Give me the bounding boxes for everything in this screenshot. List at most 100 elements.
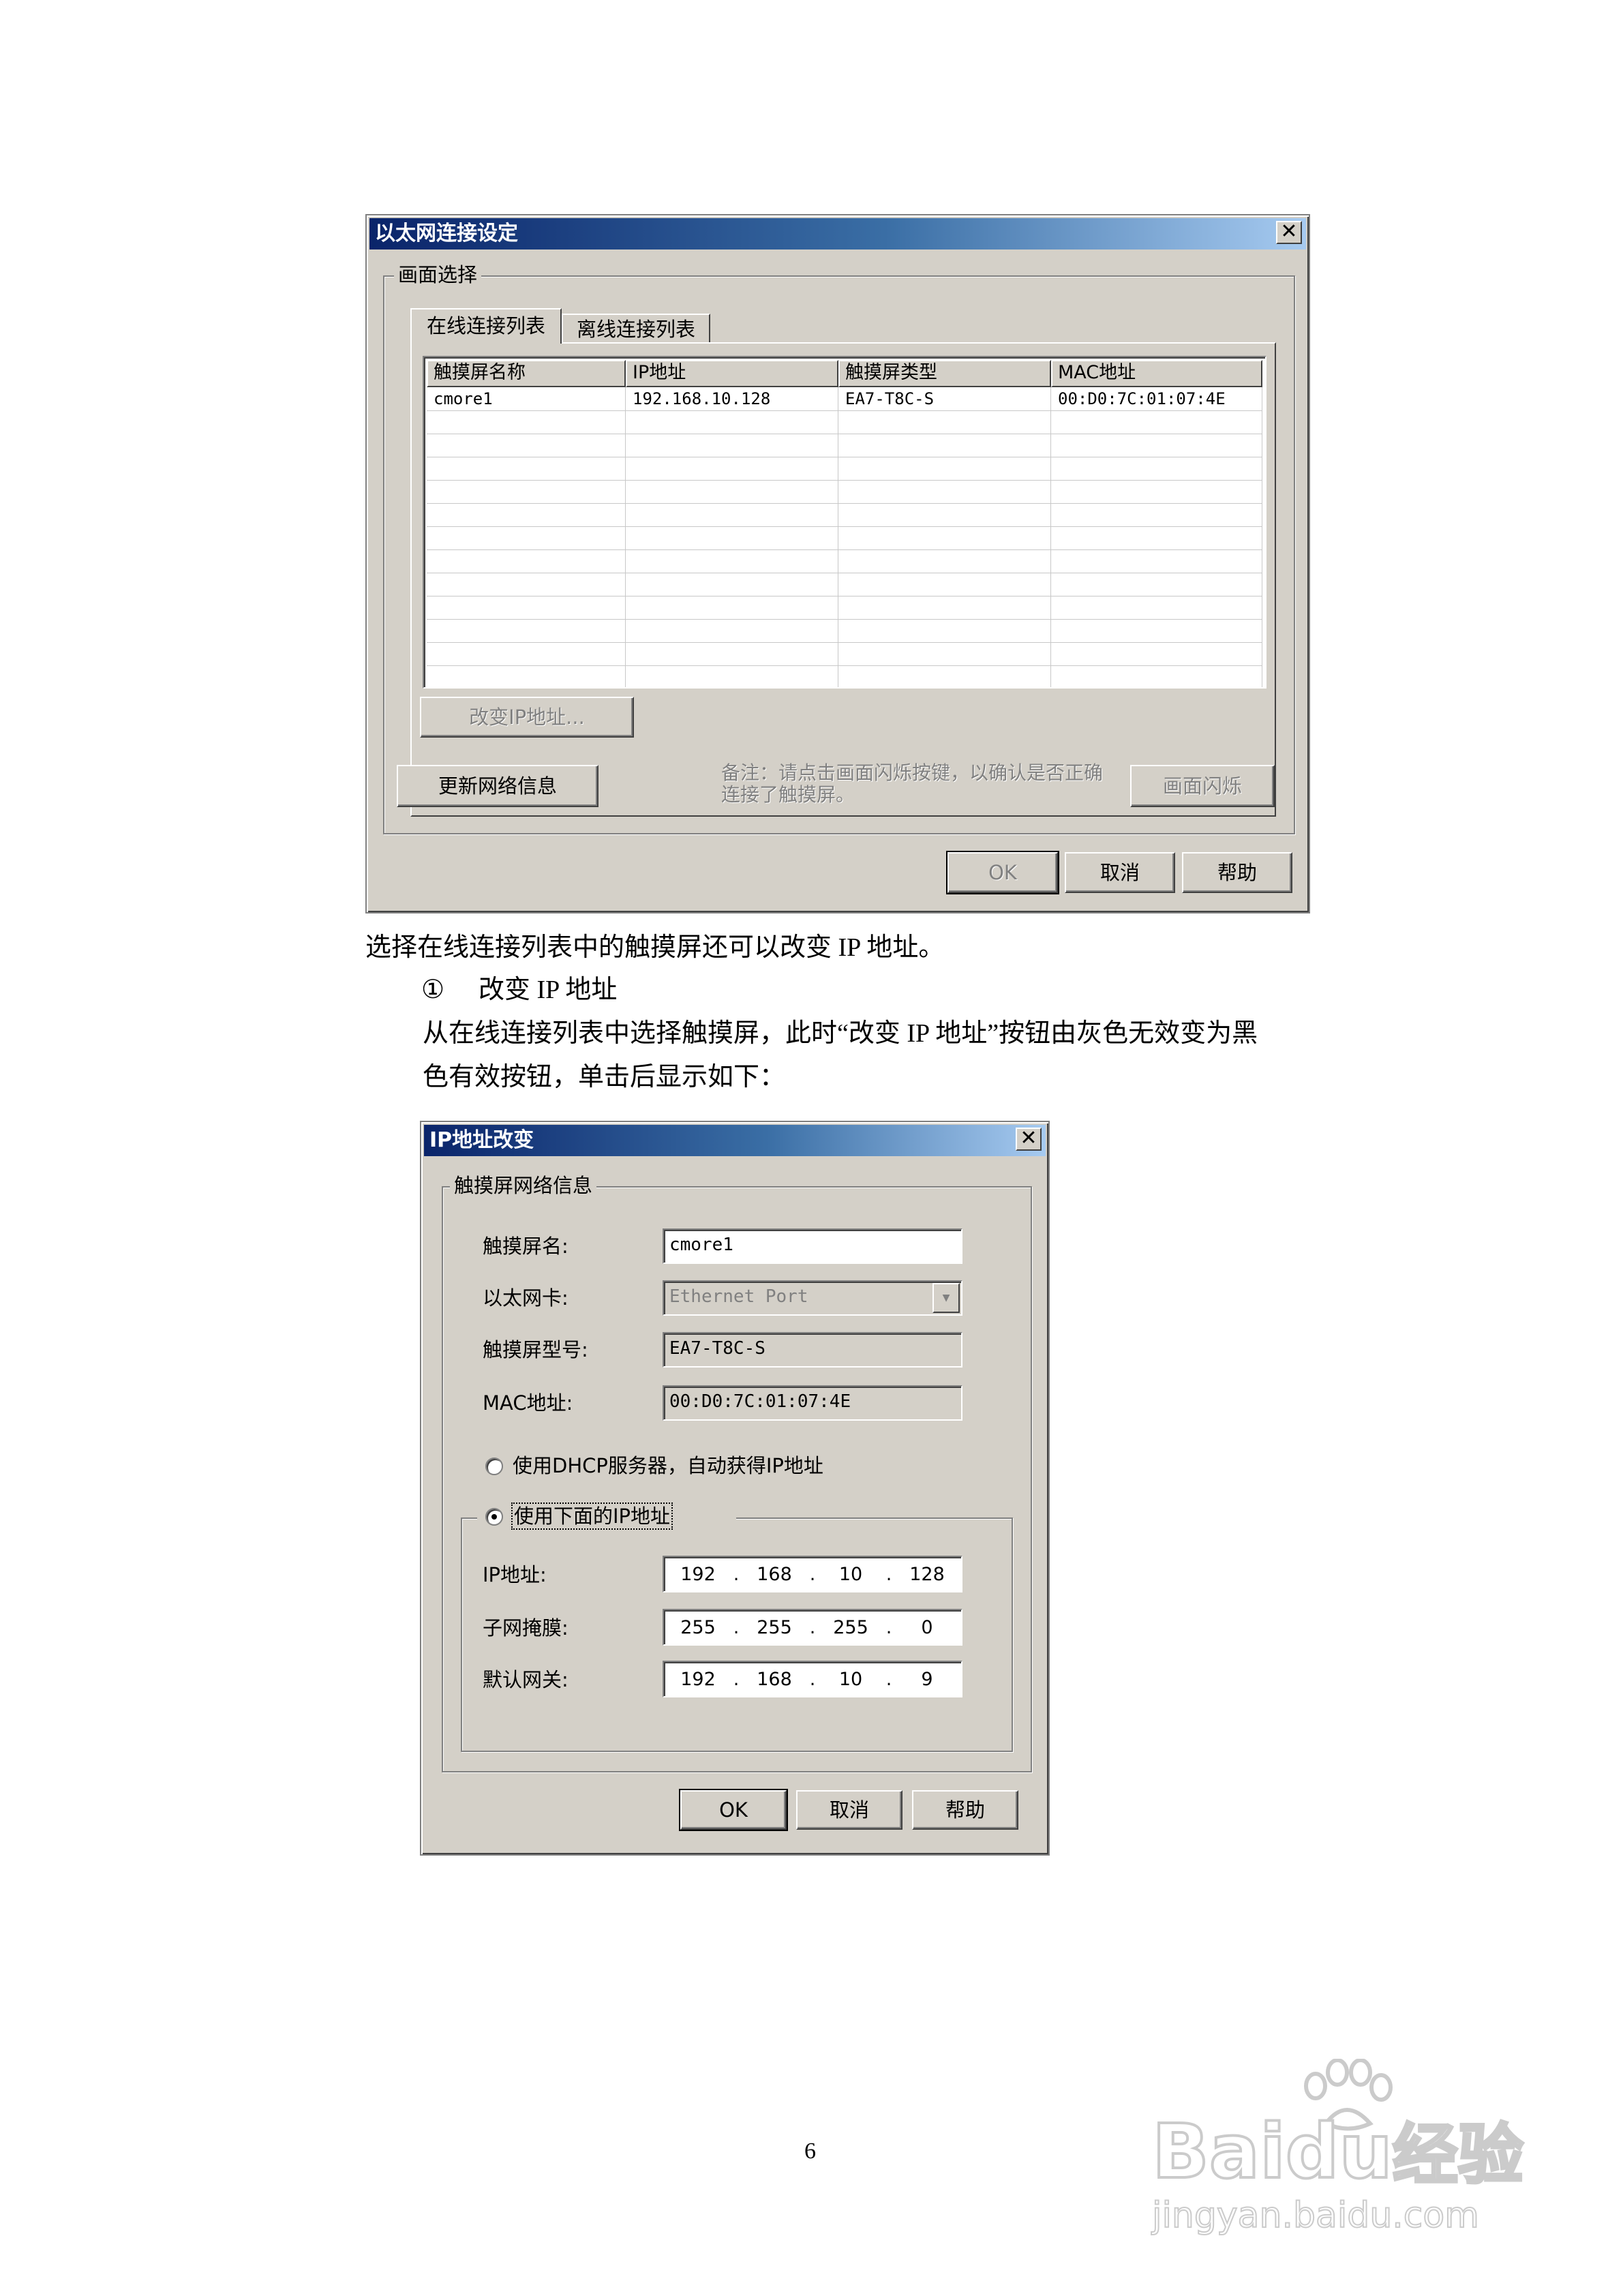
column-header-name[interactable]: 触摸屏名称 [427,360,626,387]
ip-dot: . [733,1668,740,1690]
cell-empty [427,573,626,596]
cell-empty [427,410,626,434]
note-text-content: 备注：请点击画面闪烁按键，以确认是否正确连接了触摸屏。 [721,761,1104,806]
table-row[interactable]: cmore1 192.168.10.128 EA7-T8C-S 00:D0:7C… [427,387,1262,411]
cell-empty [1051,642,1262,665]
cell-empty [1051,549,1262,573]
tab-online-list[interactable]: 在线连接列表 [410,308,562,344]
cell-empty [427,619,626,642]
cell-empty [838,642,1051,665]
static-ip-label[interactable]: 使用下面的IP地址 [511,1502,673,1530]
cell-empty [838,503,1051,526]
table-row-empty [427,503,1262,527]
chevron-down-icon[interactable]: ▼ [932,1283,960,1313]
cell-empty [1051,526,1262,549]
mask-octet: 255 [680,1616,716,1638]
cell-empty [838,457,1051,480]
name-input[interactable]: cmore1 [663,1228,962,1264]
cell-empty [427,503,626,526]
help-button[interactable]: 帮助 [912,1790,1018,1830]
cell-empty [838,573,1051,596]
network-info-group-label: 触摸屏网络信息 [450,1174,597,1197]
screen-select-group-label: 画面选择 [394,263,482,286]
mask-octet: 255 [833,1616,868,1638]
ip-dot: . [809,1563,816,1585]
column-header-type[interactable]: 触摸屏类型 [838,360,1051,387]
watermark-brand-text-2: du [1284,2108,1394,2195]
mask-octet: 0 [921,1616,933,1638]
cell-empty [427,457,626,480]
ip-octet: 10 [838,1563,863,1585]
ip-label: IP地址: [483,1563,547,1586]
cell-empty [626,619,838,642]
table-row-empty [427,665,1262,687]
online-connection-table[interactable]: 触摸屏名称 IP地址 触摸屏类型 MAC地址 cmore1 192.168.10… [423,356,1266,689]
cancel-button[interactable]: 取消 [796,1790,902,1830]
column-header-ip[interactable]: IP地址 [626,360,838,387]
table-row-empty [427,619,1262,643]
ip-dot: . [809,1668,816,1690]
cell-empty [626,457,838,480]
watermark-url: jingyan.baidu.com [1151,2194,1480,2237]
subnet-mask-input[interactable]: 255. 255. 255. 0 [663,1609,962,1646]
close-icon[interactable]: ✕ [1276,221,1302,244]
cell-mac: 00:D0:7C:01:07:4E [1051,387,1262,410]
cell-empty [838,434,1051,457]
model-label: 触摸屏型号: [483,1338,588,1361]
cancel-button[interactable]: 取消 [1065,852,1175,893]
cell-empty [1051,410,1262,434]
ethernet-card-select[interactable]: Ethernet Port ▼ [663,1280,962,1316]
gateway-octet: 9 [921,1668,933,1690]
gateway-label: 默认网关: [483,1668,568,1691]
change-ip-button[interactable]: 改变IP地址... [420,697,634,738]
cell-empty [427,549,626,573]
ip-dot: . [885,1563,892,1585]
dhcp-radio[interactable] [485,1457,503,1475]
dialog-title: 以太网连接设定 [369,218,1306,250]
table-row-empty [427,573,1262,596]
cell-type: EA7-T8C-S [838,387,1051,410]
ip-change-dialog: IP地址改变 ✕ 触摸屏网络信息 触摸屏名: cmore1 以太网卡: Ethe… [420,1121,1050,1856]
tab-offline-list[interactable]: 离线连接列表 [562,314,710,344]
watermark-brand-cn: 经验 [1391,2115,1525,2194]
paragraph-2-line-1: 从在线连接列表中选择触摸屏，此时“改变 IP 地址”按钮由灰色无效变为黑 [423,1019,1258,1048]
dialog-title: IP地址改变 [424,1125,1046,1156]
paragraph-1: 选择在线连接列表中的触摸屏还可以改变 IP 地址。 [365,933,945,962]
cell-empty [427,665,626,687]
cell-empty [1051,503,1262,526]
cell-empty [1051,619,1262,642]
table-row-empty [427,457,1262,481]
table-row-empty [427,596,1262,620]
ip-dot: . [885,1616,892,1638]
page-number: 6 [804,2139,816,2164]
help-button[interactable]: 帮助 [1182,852,1292,893]
ip-address-input[interactable]: 192. 168. 10. 128 [663,1556,962,1592]
ethernet-settings-dialog: 以太网连接设定 ✕ 画面选择 在线连接列表 离线连接列表 触摸屏名称 IP地址 … [365,214,1310,913]
ip-octet: 192 [680,1563,716,1585]
dhcp-label[interactable]: 使用DHCP服务器，自动获得IP地址 [513,1453,823,1478]
table-row-empty [427,549,1262,573]
list-item-title: 改变 IP 地址 [479,976,618,1004]
mac-field: 00:D0:7C:01:07:4E [663,1385,962,1421]
close-icon[interactable]: ✕ [1016,1128,1042,1151]
static-ip-radio[interactable] [485,1508,503,1526]
table-row-empty [427,410,1262,434]
cell-empty [1051,573,1262,596]
ip-dot: . [733,1616,740,1638]
flash-screen-button[interactable]: 画面闪烁 [1130,765,1275,807]
gateway-input[interactable]: 192. 168. 10. 9 [663,1661,962,1697]
refresh-network-button[interactable]: 更新网络信息 [397,765,598,807]
cell-empty [1051,665,1262,687]
ip-dot: . [733,1563,740,1585]
cell-empty [626,434,838,457]
column-header-mac[interactable]: MAC地址 [1051,360,1262,387]
cell-empty [1051,596,1262,619]
baidu-watermark: Baidu经验 jingyan.baidu.com [1151,2059,1534,2243]
cell-name: cmore1 [427,387,626,410]
ok-button[interactable]: OK [946,851,1059,894]
list-item-marker: ① [421,976,445,1004]
table-row-empty [427,642,1262,666]
cell-empty [626,549,838,573]
cell-ip: 192.168.10.128 [626,387,838,410]
ok-button[interactable]: OK [679,1789,788,1831]
